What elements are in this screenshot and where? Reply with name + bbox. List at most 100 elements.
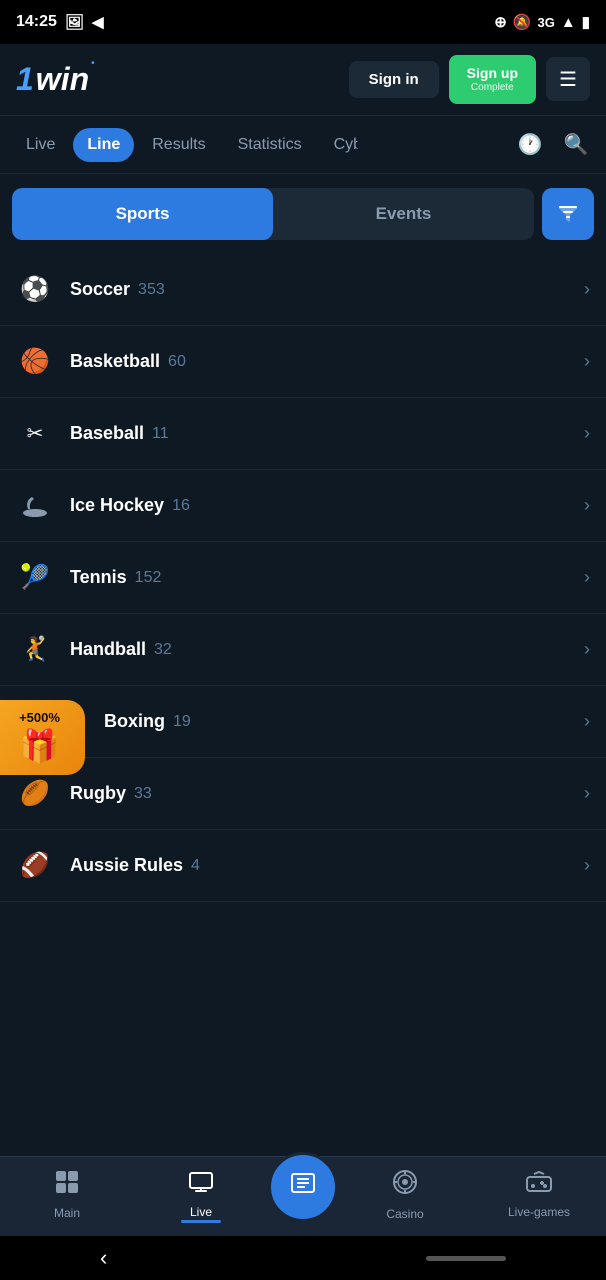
icehockey-arrow: › — [584, 495, 590, 516]
sport-item-rugby[interactable]: 🏉 Rugby 33 › — [0, 758, 606, 830]
battery-icon: ▮ — [582, 13, 590, 31]
nav-tabs: Live Line Results Statistics Cyb 🕐 🔍 — [0, 116, 606, 174]
signup-button[interactable]: Sign up Complete — [449, 55, 536, 104]
aussierules-icon: 🏈 — [16, 847, 54, 885]
soccer-icon: ⚽ — [16, 271, 54, 309]
history-icon-btn[interactable]: 🕐 — [512, 127, 548, 163]
header-actions: Sign in Sign up Complete ☰ — [349, 55, 590, 104]
status-bar-left: 14:25 🖼 ◀ — [16, 13, 104, 31]
baseball-name: Baseball — [70, 423, 144, 444]
location-icon: ◀ — [92, 13, 104, 31]
nav-bets-center[interactable] — [268, 1152, 338, 1222]
sport-list: ⚽ Soccer 353 › 🏀 Basketball 60 › ✂ Baseb… — [0, 254, 606, 902]
promo-banner[interactable]: +500% 🎁 — [0, 700, 85, 775]
sport-item-boxing[interactable]: Boxing 19 › — [0, 686, 606, 758]
nav-live[interactable]: Live — [134, 1170, 268, 1223]
tennis-icon: 🎾 — [16, 559, 54, 597]
nav-casino[interactable]: Casino — [338, 1168, 472, 1225]
sport-item-soccer[interactable]: ⚽ Soccer 353 › — [0, 254, 606, 326]
header: 1 win • Sign in Sign up Complete ☰ — [0, 44, 606, 116]
basketball-arrow: › — [584, 351, 590, 372]
back-button[interactable]: ‹ — [100, 1245, 107, 1271]
tennis-arrow: › — [584, 567, 590, 588]
filter-icon — [556, 202, 580, 226]
icehockey-name: Ice Hockey — [70, 495, 164, 516]
promo-percent: +500% — [19, 710, 60, 725]
logo-win: win — [36, 61, 89, 98]
system-bar: ‹ — [0, 1236, 606, 1280]
hamburger-icon: ☰ — [559, 67, 577, 92]
toggle-events[interactable]: Events — [273, 188, 534, 240]
casino-nav-label: Casino — [386, 1207, 423, 1221]
nav-main[interactable]: Main — [0, 1169, 134, 1224]
soccer-count: 353 — [138, 281, 165, 299]
boxing-name: Boxing — [104, 711, 165, 732]
live-active-indicator — [181, 1220, 221, 1223]
live-nav-label: Live — [190, 1205, 212, 1219]
logo: 1 win • — [16, 61, 95, 98]
rugby-name: Rugby — [70, 783, 126, 804]
basketball-icon: 🏀 — [16, 343, 54, 381]
logo-dot: • — [91, 58, 95, 69]
aussierules-arrow: › — [584, 855, 590, 876]
nav-livegames[interactable]: Live-games — [472, 1170, 606, 1223]
icehockey-count: 16 — [172, 497, 190, 515]
handball-count: 32 — [154, 641, 172, 659]
sport-item-basketball[interactable]: 🏀 Basketball 60 › — [0, 326, 606, 398]
search-icon: 🔍 — [564, 132, 589, 157]
tab-line[interactable]: Line — [73, 128, 134, 162]
sport-item-aussierules[interactable]: 🏈 Aussie Rules 4 › — [0, 830, 606, 902]
tab-cyber[interactable]: Cyb — [320, 128, 358, 162]
toggle-bar: Sports Events — [0, 174, 606, 254]
rugby-count: 33 — [134, 785, 152, 803]
baseball-count: 11 — [152, 425, 169, 443]
filter-button[interactable] — [542, 188, 594, 240]
aussierules-count: 4 — [191, 857, 200, 875]
signup-label: Sign up — [467, 65, 518, 82]
rugby-arrow: › — [584, 783, 590, 804]
status-time: 14:25 — [16, 13, 57, 31]
livegames-nav-icon — [525, 1170, 553, 1201]
tennis-name: Tennis — [70, 567, 127, 588]
basketball-name: Basketball — [70, 351, 160, 372]
livegames-nav-label: Live-games — [508, 1205, 570, 1219]
search-icon-btn[interactable]: 🔍 — [558, 127, 594, 163]
status-bar-right: ⊕ 🔕 3G ▲ ▮ — [494, 13, 590, 31]
clock-icon: ⊕ — [494, 13, 507, 31]
sport-item-tennis[interactable]: 🎾 Tennis 152 › — [0, 542, 606, 614]
signal-icon: ▲ — [561, 14, 576, 31]
main-nav-icon — [54, 1169, 80, 1202]
main-nav-label: Main — [54, 1206, 80, 1220]
handball-name: Handball — [70, 639, 146, 660]
network-icon: 3G — [538, 15, 555, 30]
logo-one: 1 — [16, 61, 34, 98]
casino-nav-icon — [391, 1168, 419, 1203]
sport-item-baseball[interactable]: ✂ Baseball 11 › — [0, 398, 606, 470]
bets-center-icon — [288, 1168, 318, 1205]
toggle-sports[interactable]: Sports — [12, 188, 273, 240]
rugby-icon: 🏉 — [16, 775, 54, 813]
status-bar: 14:25 🖼 ◀ ⊕ 🔕 3G ▲ ▮ — [0, 0, 606, 44]
soccer-arrow: › — [584, 279, 590, 300]
signup-sublabel: Complete — [471, 82, 514, 94]
handball-arrow: › — [584, 639, 590, 660]
promo-gift-icon: 🎁 — [20, 727, 60, 765]
baseball-arrow: › — [584, 423, 590, 444]
bottom-nav: Main Live — [0, 1156, 606, 1236]
tennis-count: 152 — [135, 569, 162, 587]
live-nav-icon — [187, 1170, 215, 1201]
menu-button[interactable]: ☰ — [546, 57, 590, 101]
boxing-count: 19 — [173, 713, 191, 731]
home-bar[interactable] — [426, 1256, 506, 1261]
tab-statistics[interactable]: Statistics — [224, 128, 316, 162]
sport-item-handball[interactable]: 🤾 Handball 32 › — [0, 614, 606, 686]
icehockey-icon — [16, 487, 54, 525]
nav-tab-icons: 🕐 🔍 — [512, 127, 594, 163]
sport-item-icehockey[interactable]: Ice Hockey 16 › — [0, 470, 606, 542]
signin-button[interactable]: Sign in — [349, 61, 439, 98]
aussierules-name: Aussie Rules — [70, 855, 183, 876]
tab-results[interactable]: Results — [138, 128, 219, 162]
soccer-name: Soccer — [70, 279, 130, 300]
tab-live[interactable]: Live — [12, 128, 69, 162]
toggle-group: Sports Events — [12, 188, 534, 240]
